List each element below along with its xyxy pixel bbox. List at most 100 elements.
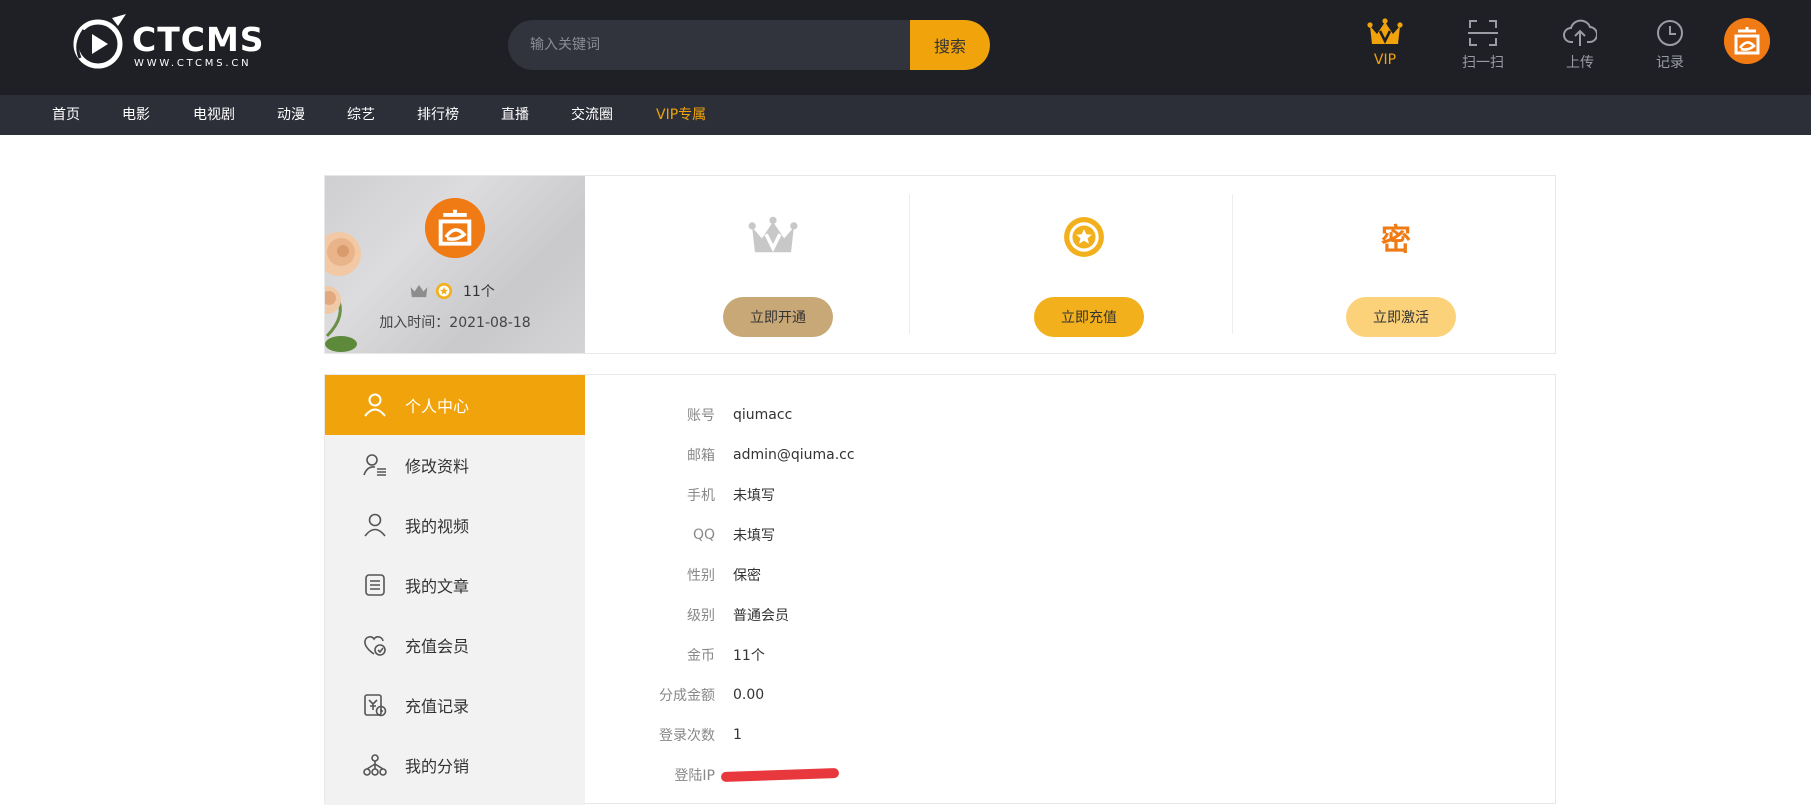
info-row-login-count: 登录次数 1 [585,715,742,755]
sidebar-item-personal-center[interactable]: 个人中心 [325,375,585,435]
nav-item-live[interactable]: 直播 [501,95,529,135]
sidebar-item-recharge-record[interactable]: 充值记录 [325,675,585,735]
sidebar-item-distribution[interactable]: 我的分销 [325,735,585,795]
sidebar-item-label: 修改资料 [405,457,470,476]
sidebar-item-label: 我的视频 [405,517,470,536]
scan-button[interactable]: 扫一扫 [1448,16,1518,76]
main-nav: 首页 电影 电视剧 动漫 综艺 排行榜 直播 交流圈 VIP专属 [0,95,1811,135]
info-key: 级别 [687,608,715,624]
sidebar: 个人中心 修改资料 我的视频 我的文章 充值会员 充值记录 我的分销 [325,375,585,805]
upload-icon [1545,16,1615,50]
info-key: QQ [692,527,715,543]
open-vip-button[interactable]: 立即开通 [723,297,833,337]
sidebar-item-label: 个人中心 [405,397,470,416]
crown-icon [410,284,428,298]
search-button[interactable]: 搜索 [910,20,990,70]
nav-item-variety[interactable]: 综艺 [347,95,375,135]
join-date: 加入时间：2021-08-18 [379,315,531,331]
profile-cover: 11个 加入时间：2021-08-18 [325,176,585,353]
user-avatar[interactable] [1724,18,1770,64]
vip-open-card: 立即开通 [618,194,928,337]
info-value: qiumacc [733,407,793,423]
upload-button[interactable]: 上传 [1545,16,1615,76]
divider [909,194,910,334]
info-row-phone: 手机 未填写 [585,475,775,515]
logo-subtitle: WWW.CTCMS.CN [134,58,252,69]
history-button[interactable]: 记录 [1635,16,1705,76]
scan-label: 扫一扫 [1462,55,1504,71]
nav-item-community[interactable]: 交流圈 [571,95,613,135]
user-icon [363,393,387,417]
profile-banner: 11个 加入时间：2021-08-18 立即开通 立即充值 密 立即激活 [324,175,1556,354]
history-label: 记录 [1656,55,1684,71]
user-center-panel: 个人中心 修改资料 我的视频 我的文章 充值会员 充值记录 我的分销 账号 qi… [324,374,1556,805]
history-icon [1635,16,1705,50]
search-box: 搜索 [508,20,990,70]
profile-badges: 11个 [409,280,495,302]
nav-item-vip[interactable]: VIP专属 [656,95,706,135]
crown-icon [618,214,928,260]
info-row-login-ip: 登陆IP [585,755,840,795]
nav-item-tv[interactable]: 电视剧 [193,95,235,135]
site-logo[interactable]: CTCMS WWW.CTCMS.CN [72,14,265,74]
sidebar-item-label: 充值会员 [405,637,470,656]
divider [1232,194,1233,334]
sidebar-item-my-videos[interactable]: 我的视频 [325,495,585,555]
info-value: 未填写 [733,528,775,544]
info-key: 金币 [687,648,715,664]
vip-recharge-icon [363,633,387,657]
sidebar-item-edit-profile[interactable]: 修改资料 [325,435,585,495]
scan-icon [1448,16,1518,50]
info-value: 保密 [733,568,761,584]
recharge-button[interactable]: 立即充值 [1034,297,1144,337]
sidebar-item-my-articles[interactable]: 我的文章 [325,555,585,615]
info-value: 11个 [733,648,765,664]
crown-icon [1350,16,1420,50]
profile-avatar[interactable] [425,198,485,258]
info-row-account: 账号 qiumacc [585,395,792,435]
info-value: 普通会员 [733,608,789,624]
nav-item-ranking[interactable]: 排行榜 [417,95,459,135]
activate-button[interactable]: 立即激活 [1346,297,1456,337]
account-info: 账号 qiumacc 邮箱 admin@qiuma.cc 手机 未填写 QQ 未… [585,375,1555,805]
info-row-email: 邮箱 admin@qiuma.cc [585,435,855,475]
info-value: 未填写 [733,488,775,504]
info-key: 性别 [687,568,715,584]
redacted-ip [720,767,840,783]
info-key: 邮箱 [687,448,715,464]
info-row-commission: 分成金额 0.00 [585,675,764,715]
info-value: 1 [733,727,742,743]
star-medal-icon [929,214,1239,260]
logo-text: CTCMS [132,20,265,59]
info-key: 分成金额 [659,688,715,704]
nav-item-anime[interactable]: 动漫 [277,95,305,135]
nav-item-movie[interactable]: 电影 [122,95,150,135]
info-row-gender: 性别 保密 [585,555,761,595]
recharge-card: 立即充值 [929,194,1239,337]
info-key: 登陆IP [674,768,715,784]
info-key: 手机 [687,488,715,504]
sidebar-item-label: 我的分销 [405,757,470,776]
user-edit-icon [363,453,387,477]
info-row-qq: QQ 未填写 [585,515,775,555]
sidebar-item-label: 我的文章 [405,577,470,596]
nav-item-home[interactable]: 首页 [52,95,80,135]
user-video-icon [363,513,387,537]
coin-icon [435,282,453,300]
vip-link[interactable]: VIP [1350,16,1420,76]
vip-label: VIP [1373,52,1397,68]
secret-char: 密 [1381,223,1411,258]
logo-icon [73,14,126,69]
upload-label: 上传 [1566,55,1594,71]
info-value: 0.00 [733,687,765,703]
info-row-level: 级别 普通会员 [585,595,789,635]
secret-icon: 密 [1241,214,1551,260]
info-row-coins: 金币 11个 [585,635,765,675]
activate-card: 密 立即激活 [1241,194,1551,337]
article-icon [363,573,387,597]
top-header: CTCMS WWW.CTCMS.CN 搜索 VIP 扫一扫 [0,0,1811,95]
info-value: admin@qiuma.cc [733,447,855,463]
sidebar-item-vip-recharge[interactable]: 充值会员 [325,615,585,675]
search-input[interactable] [508,20,908,70]
record-icon [363,693,387,717]
